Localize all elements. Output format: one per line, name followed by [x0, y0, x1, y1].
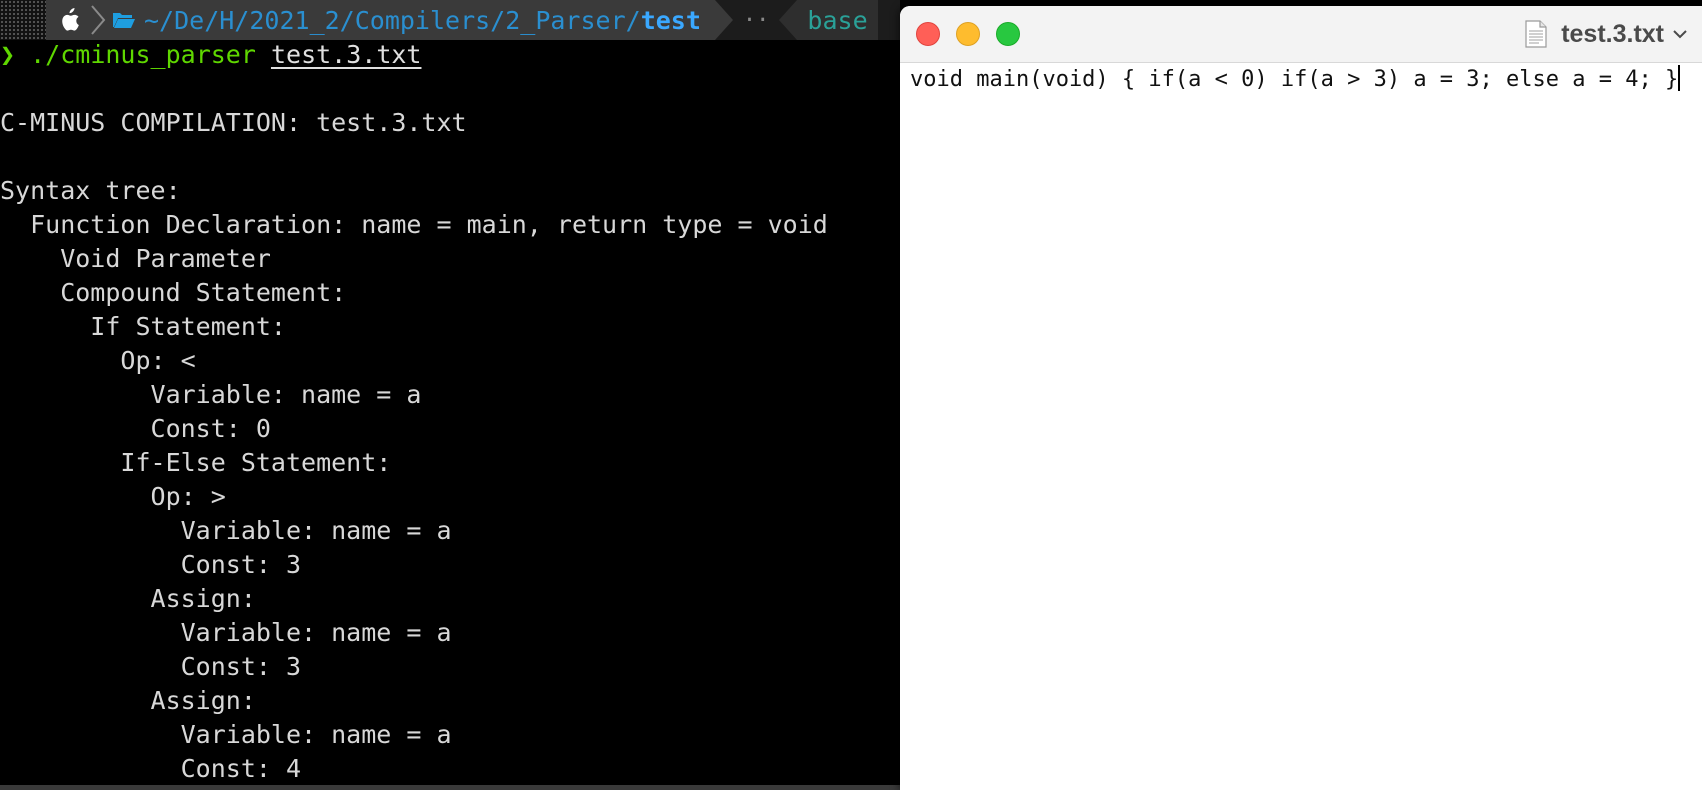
- output-line: Syntax tree:: [0, 176, 181, 205]
- output-line: C-MINUS COMPILATION: test.3.txt: [0, 108, 467, 137]
- document-title: test.3.txt: [1561, 19, 1664, 48]
- apple-icon: [62, 8, 79, 31]
- document-title-menu[interactable]: test.3.txt: [1525, 18, 1688, 50]
- output-line: Variable: name = a: [0, 618, 452, 647]
- output-line: Void Parameter: [0, 244, 271, 273]
- prompt-path-segment: ~/De/H/2021_2/Compilers/2_Parser/test: [108, 0, 715, 40]
- command-line: ❯ ./cminus_parser test.3.txt: [0, 38, 421, 72]
- document-icon: [1525, 20, 1547, 48]
- terminal-bottom-bar: [0, 785, 900, 790]
- output-line: Variable: name = a: [0, 380, 422, 409]
- minimize-window-button[interactable]: [956, 22, 980, 46]
- shell-prompt-bar: ~/De/H/2021_2/Compilers/2_Parser/test ··…: [0, 0, 900, 40]
- text-cursor: [1678, 65, 1681, 91]
- chevron-down-icon: [1673, 30, 1687, 39]
- text-editor-window[interactable]: test.3.txt void main(void) { if(a < 0) i…: [900, 6, 1702, 790]
- output-line: Const: 0: [0, 414, 271, 443]
- prompt-os-segment: [46, 0, 88, 40]
- editor-titlebar[interactable]: test.3.txt: [900, 6, 1702, 63]
- prompt-filler-dots: ··: [742, 7, 770, 33]
- editor-text: void main(void) { if(a < 0) if(a > 3) a …: [910, 67, 1679, 92]
- output-line: Const: 4: [0, 754, 302, 783]
- output-line: Assign:: [0, 686, 256, 715]
- terminal-window[interactable]: ~/De/H/2021_2/Compilers/2_Parser/test ··…: [0, 0, 900, 790]
- prompt-separator-icon: [88, 0, 108, 40]
- close-window-button[interactable]: [916, 22, 940, 46]
- output-line: Compound Statement:: [0, 278, 347, 307]
- output-line: Op: >: [0, 482, 226, 511]
- prompt-env-arrow: [779, 0, 798, 40]
- output-line: If Statement:: [0, 312, 286, 341]
- command-program: ./cminus_parser: [30, 40, 256, 69]
- maximize-window-button[interactable]: [996, 22, 1020, 46]
- prompt-path-current: test: [640, 5, 701, 35]
- folder-open-icon: [113, 13, 135, 28]
- prompt-segment-arrow: [714, 0, 733, 40]
- output-line: Variable: name = a: [0, 516, 452, 545]
- desktop: ~/De/H/2021_2/Compilers/2_Parser/test ··…: [0, 0, 1702, 790]
- prompt-env-segment: base: [797, 0, 878, 40]
- output-line: Const: 3: [0, 652, 302, 681]
- prompt-env-label: base: [807, 5, 868, 35]
- output-line: Assign:: [0, 584, 256, 613]
- output-line: Const: 3: [0, 550, 302, 579]
- command-argument[interactable]: test.3.txt: [271, 40, 422, 69]
- output-line: If-Else Statement:: [0, 448, 392, 477]
- output-line: Variable: name = a: [0, 720, 452, 749]
- command-caret: ❯: [0, 40, 16, 69]
- output-line: Function Declaration: name = main, retur…: [0, 210, 828, 239]
- output-line: Op: <: [0, 346, 196, 375]
- prompt-stipple-decoration: [0, 0, 46, 40]
- editor-text-area[interactable]: void main(void) { if(a < 0) if(a > 3) a …: [910, 62, 1692, 98]
- prompt-path-prefix: ~/De/H/2021_2/Compilers/2_Parser/: [144, 5, 641, 35]
